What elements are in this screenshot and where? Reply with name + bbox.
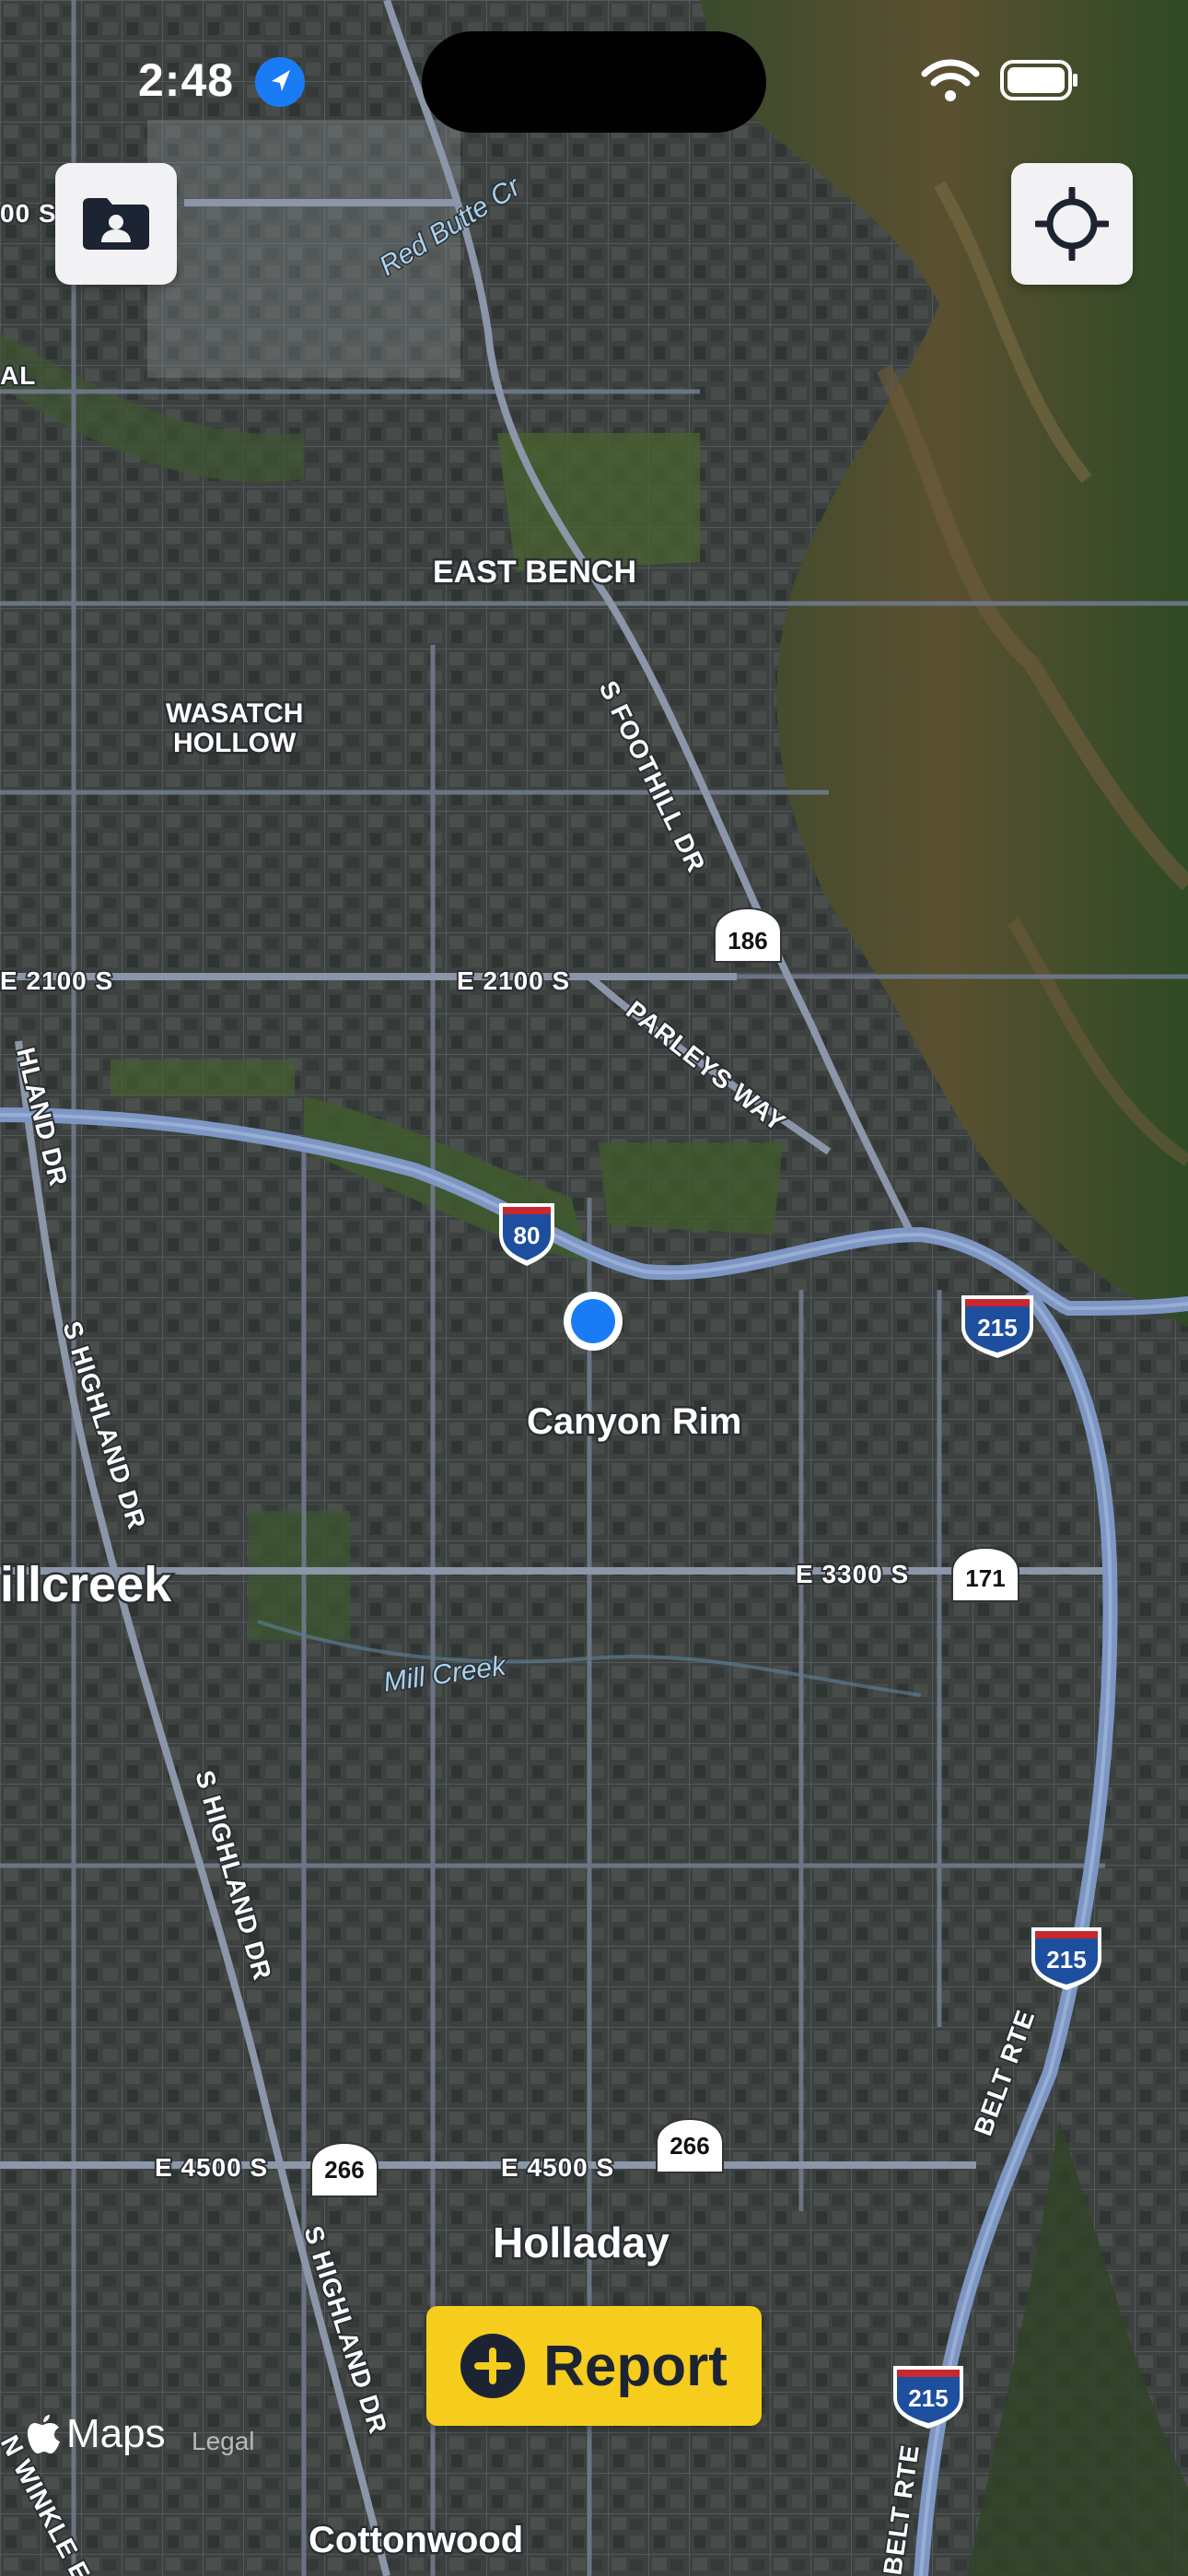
east-bench-label: EAST BENCH (433, 555, 636, 590)
legal-link[interactable]: Legal (192, 2427, 255, 2456)
apple-maps-logo[interactable]: Maps (28, 2411, 166, 2457)
e-4500-s-left-label: E 4500 S (155, 2153, 268, 2182)
svg-text:186: 186 (728, 927, 767, 954)
road-label-top-left-2: AL (0, 361, 36, 390)
wasatch-hollow-label-2: HOLLOW (173, 728, 297, 758)
plus-circle-icon (460, 2334, 526, 2398)
sr-171-shield: 171 (951, 1546, 1019, 1602)
satellite-map[interactable]: 00 S AL Red Butte Cr EAST BENCH WASATCH … (0, 0, 1188, 2576)
e-2100-s-mid-label: E 2100 S (457, 966, 570, 995)
wifi-icon (921, 59, 980, 101)
contacts-button[interactable] (55, 163, 177, 285)
e-4500-s-mid-label: E 4500 S (501, 2153, 614, 2182)
holladay-label: Holladay (493, 2219, 670, 2266)
millcreek-label: illcreek (0, 1557, 172, 1612)
svg-text:215: 215 (908, 2384, 948, 2412)
cottonwood-label: Cottonwood (309, 2520, 523, 2560)
maps-label: Maps (66, 2411, 166, 2456)
sr-266-shield-b: 266 (656, 2117, 724, 2173)
road-label-top-left-1: 00 S (0, 199, 57, 228)
user-location-dot (564, 1292, 623, 1351)
dynamic-island (422, 31, 766, 133)
sr-266-shield-a: 266 (310, 2141, 379, 2197)
wasatch-hollow-label-1: WASATCH (166, 698, 303, 729)
locate-me-button[interactable] (1011, 163, 1133, 285)
person-folder-icon (83, 198, 149, 250)
golf-course (497, 433, 700, 571)
location-arrow-icon (255, 57, 305, 107)
apple-logo-icon (28, 2415, 60, 2453)
status-time: 2:48 (138, 54, 235, 106)
e-3300-s-label: E 3300 S (796, 1560, 909, 1588)
svg-text:266: 266 (324, 2156, 364, 2184)
crosshair-icon (1035, 187, 1109, 261)
svg-text:266: 266 (670, 2132, 709, 2160)
report-label: Report (543, 2334, 728, 2398)
battery-icon (1000, 60, 1077, 100)
sr-186-shield: 186 (714, 907, 782, 963)
e-2100-s-left-label: E 2100 S (0, 966, 113, 995)
report-button[interactable]: Report (426, 2306, 762, 2426)
svg-text:171: 171 (965, 1564, 1005, 1592)
canyon-rim-label: Canyon Rim (527, 1401, 741, 1442)
svg-text:215: 215 (1046, 1946, 1086, 1973)
svg-text:80: 80 (514, 1222, 541, 1249)
svg-text:215: 215 (977, 1314, 1017, 1341)
